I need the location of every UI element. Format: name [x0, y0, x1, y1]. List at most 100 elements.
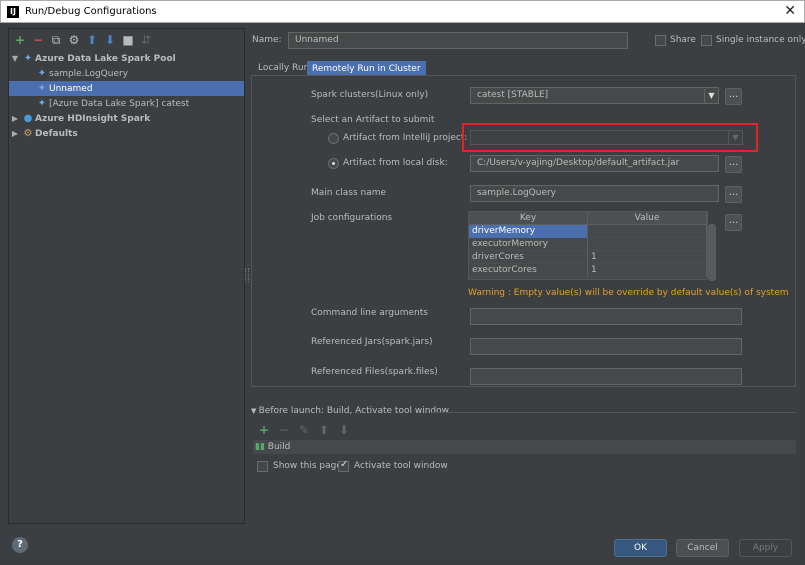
artifact-intellij-radio[interactable] [328, 133, 339, 144]
ref-jars-label: Referenced Jars(spark.jars) [311, 337, 433, 347]
cmd-args-label: Command line arguments [311, 308, 428, 318]
row-key[interactable]: driverCores [469, 251, 588, 264]
sort-icon[interactable]: ⇵ [138, 32, 154, 48]
name-label: Name: [252, 35, 282, 45]
cmd-args-input[interactable] [470, 308, 742, 325]
collapse-arrow-icon[interactable]: ▼ [251, 407, 259, 415]
spark-clusters-value: catest [STABLE] [477, 90, 549, 100]
tree-node-label: Azure HDInsight Spark [35, 114, 151, 124]
table-row[interactable]: driverMemory [469, 225, 707, 238]
select-artifact-label: Select an Artifact to submit [311, 115, 435, 125]
ref-jars-input[interactable] [470, 338, 742, 355]
copy-configuration-icon[interactable]: ⧉ [48, 32, 64, 48]
ref-files-input[interactable] [470, 368, 742, 385]
expanded-arrow-icon[interactable]: ▼ [9, 51, 21, 66]
cancel-button[interactable]: Cancel [676, 539, 729, 557]
spark-icon: ✦ [37, 83, 47, 94]
table-row[interactable]: executorCores 1 [469, 264, 707, 277]
edit-defaults-icon[interactable]: ⚙ [66, 32, 82, 48]
main-class-input[interactable]: sample.LogQuery [470, 185, 719, 202]
artifact-disk-label: Artifact from local disk: [343, 158, 448, 168]
collapsed-arrow-icon[interactable]: ▶ [9, 126, 21, 141]
row-value[interactable] [588, 225, 707, 238]
show-page-label: Show this page [273, 461, 342, 471]
remove-task-icon[interactable]: − [276, 422, 292, 438]
column-header-value[interactable]: Value [588, 212, 707, 225]
before-launch-toolbar: + − ✎ ⬆ ⬇ [256, 422, 352, 438]
spark-icon: ✦ [37, 68, 47, 79]
move-task-up-icon[interactable]: ⬆ [316, 422, 332, 438]
configurations-panel: + − ⧉ ⚙ ⬆ ⬇ ■ ⇵ ▼ ✦ Azure Data Lake Spark … [8, 28, 245, 524]
tree-node-data-lake-spark-pool[interactable]: ▼ ✦ Azure Data Lake Spark Pool [9, 51, 244, 66]
remove-configuration-icon[interactable]: − [30, 32, 46, 48]
add-task-icon[interactable]: + [256, 422, 272, 438]
move-down-icon[interactable]: ⬇ [102, 32, 118, 48]
folder-icon[interactable]: ■ [120, 32, 136, 48]
ok-button[interactable]: OK [614, 539, 667, 557]
tab-remotely-run[interactable]: Remotely Run in Cluster [307, 61, 426, 76]
before-launch-title: Before launch: Build, Activate tool wind… [258, 406, 449, 416]
move-up-icon[interactable]: ⬆ [84, 32, 100, 48]
collapsed-arrow-icon[interactable]: ▶ [9, 111, 21, 126]
spark-clusters-select[interactable]: catest [STABLE] ▼ [470, 87, 719, 104]
build-icon: ▮▮ [255, 442, 265, 452]
table-header: Key Value [469, 212, 707, 225]
chevron-down-icon[interactable]: ▼ [704, 89, 718, 103]
job-config-edit-button[interactable]: ... [725, 214, 742, 231]
row-key[interactable]: driverMemory [469, 225, 588, 238]
main-class-label: Main class name [311, 188, 387, 198]
artifact-disk-input[interactable]: C:/Users/v-yajing/Desktop/default_artifa… [470, 155, 719, 172]
tree-node-label: Defaults [35, 129, 78, 139]
configurations-tree: ▼ ✦ Azure Data Lake Spark Pool ✦ sample.Log… [9, 51, 244, 141]
title-bar: IJ Run/Debug Configurations ✕ [0, 0, 805, 23]
before-launch-header[interactable]: ▼ Before launch: Build, Activate tool wi… [251, 406, 449, 416]
tree-node-hdinsight-spark[interactable]: ▶ ● Azure HDInsight Spark [9, 111, 244, 126]
tree-node-defaults[interactable]: ▶ ⚙ Defaults [9, 126, 244, 141]
main-class-browse-button[interactable]: ... [725, 186, 742, 203]
row-value[interactable]: 1 [588, 251, 707, 264]
intellij-app-icon: IJ [7, 6, 19, 18]
spark-clusters-more-button[interactable]: ... [725, 88, 742, 105]
spark-icon: ✦ [37, 98, 47, 109]
table-row[interactable]: executorMemory [469, 238, 707, 251]
table-scrollbar[interactable] [708, 224, 716, 281]
name-input[interactable]: Unnamed [288, 32, 628, 49]
tree-node-unnamed[interactable]: ✦ Unnamed [9, 81, 244, 96]
activate-tool-window-checkbox[interactable] [338, 459, 349, 472]
move-task-down-icon[interactable]: ⬇ [336, 422, 352, 438]
artifact-disk-browse-button[interactable]: ... [725, 156, 742, 173]
warning-text: Warning : Empty value(s) will be overrid… [468, 288, 789, 298]
row-value[interactable] [588, 238, 707, 251]
row-key[interactable]: executorCores [469, 264, 588, 277]
spark-clusters-label: Spark clusters(Linux only) [311, 90, 429, 100]
window-title: Run/Debug Configurations [25, 6, 157, 17]
tree-node-sample-logquery[interactable]: ✦ sample.LogQuery [9, 66, 244, 81]
before-launch-task-build[interactable]: ▮▮ Build [253, 440, 796, 454]
spark-icon: ✦ [23, 53, 33, 64]
column-header-key[interactable]: Key [469, 212, 588, 225]
tree-node-label: [Azure Data Lake Spark] catest [49, 99, 190, 109]
show-page-checkbox[interactable] [257, 461, 268, 472]
ref-files-label: Referenced Files(spark.files) [311, 367, 438, 377]
single-instance-checkbox[interactable] [701, 35, 712, 46]
single-instance-label: Single instance only [716, 35, 805, 45]
hdinsight-icon: ● [23, 113, 33, 124]
job-config-table: Key Value driverMemory executorMemory dr… [468, 211, 708, 280]
highlight-box [462, 123, 758, 152]
panel-splitter[interactable] [245, 268, 249, 282]
tab-locally-run[interactable]: Locally Run [254, 61, 313, 76]
tree-node-catest[interactable]: ✦ [Azure Data Lake Spark] catest [9, 96, 244, 111]
table-row[interactable]: driverCores 1 [469, 251, 707, 264]
artifact-disk-radio[interactable] [328, 158, 339, 169]
help-icon[interactable]: ? [12, 537, 28, 553]
task-label: Build [267, 442, 291, 452]
section-divider [432, 412, 796, 413]
apply-button[interactable]: Apply [739, 539, 792, 557]
configurations-toolbar: + − ⧉ ⚙ ⬆ ⬇ ■ ⇵ [9, 29, 244, 51]
row-value[interactable]: 1 [588, 264, 707, 277]
share-checkbox[interactable] [655, 35, 666, 46]
row-key[interactable]: executorMemory [469, 238, 588, 251]
add-configuration-icon[interactable]: + [12, 32, 28, 48]
close-icon[interactable]: ✕ [784, 3, 796, 19]
edit-task-icon[interactable]: ✎ [296, 422, 312, 438]
